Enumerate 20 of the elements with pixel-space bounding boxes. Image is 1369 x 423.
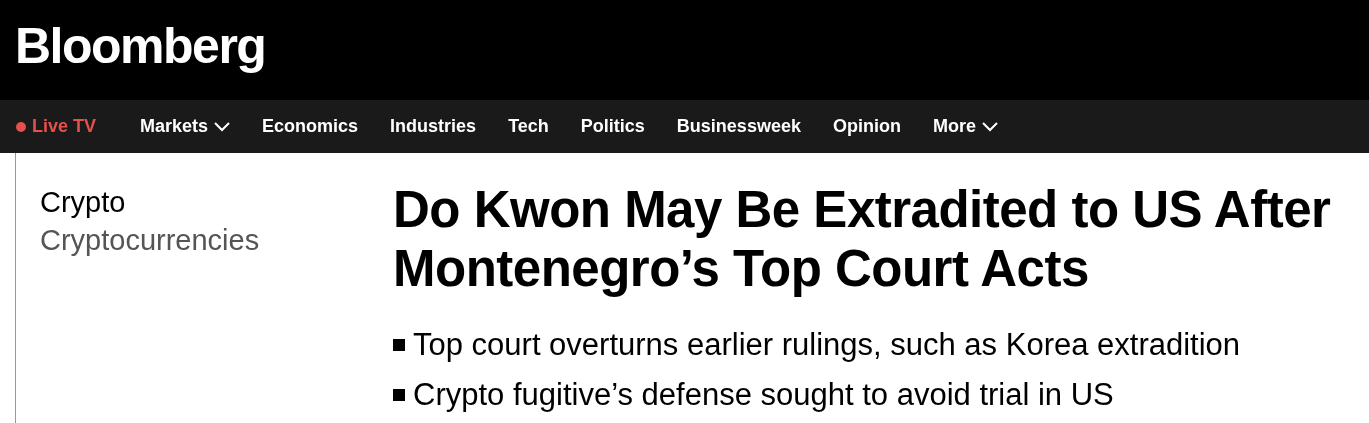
subsection-link[interactable]: Cryptocurrencies: [40, 221, 368, 259]
nav-link[interactable]: Economics: [262, 116, 359, 137]
chevron-down-icon: [214, 121, 231, 132]
summary-point: Crypto fugitive’s defense sought to avoid trial in US: [413, 377, 1114, 413]
chevron-down-icon: [981, 121, 998, 132]
nav-link[interactable]: Tech: [508, 116, 549, 137]
nav-link[interactable]: Politics: [580, 116, 645, 137]
nav-link[interactable]: Industries: [390, 116, 477, 137]
nav-menu[interactable]: More: [932, 116, 998, 137]
nav-menu[interactable]: Markets: [140, 116, 231, 137]
bullet-icon: [393, 389, 405, 401]
headline: Do Kwon May Be Extradited to US After Montenegro’s Top Court Acts: [393, 180, 1332, 298]
bullet-icon: [393, 339, 405, 351]
nav-link[interactable]: Businessweek: [676, 116, 801, 137]
summary-point: Top court overturns earlier rulings, such as Korea extradition: [413, 327, 1241, 363]
nav-link[interactable]: Opinion: [832, 116, 901, 137]
live-tv-link[interactable]: Live TV: [16, 116, 97, 137]
logo[interactable]: Bloomberg: [15, 17, 266, 75]
live-dot-icon: [16, 121, 26, 132]
section-link[interactable]: Crypto: [40, 183, 368, 221]
